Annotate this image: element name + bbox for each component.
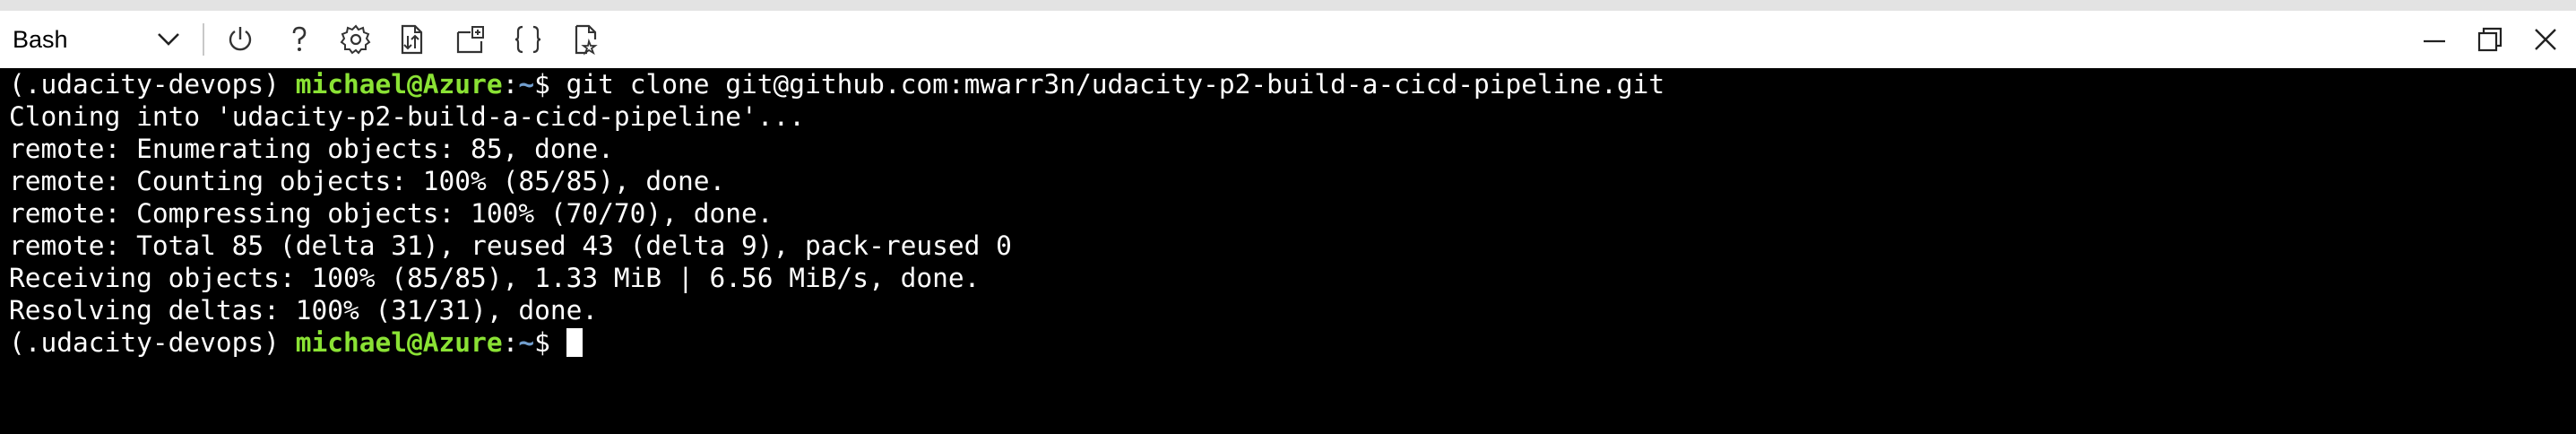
active-prompt-line[interactable]: (.udacity-devops) michael@Azure:~$ (9, 326, 2567, 359)
output-line: remote: Enumerating objects: 85, done. (9, 134, 614, 164)
text-cursor (566, 328, 583, 357)
open-new-session-icon[interactable] (454, 23, 487, 56)
prompt-user-host: michael@Azure (295, 327, 503, 358)
prompt-symbol: $ (534, 69, 566, 100)
shell-type-label: Bash (13, 26, 68, 53)
prompt-path: ~ (518, 69, 535, 100)
toolbar: Bash (0, 11, 2576, 68)
output-line: Resolving deltas: 100% (31/31), done. (9, 295, 599, 326)
web-preview-icon[interactable] (571, 23, 603, 56)
command-text: git clone git@github.com:mwarr3n/udacity… (566, 69, 1665, 100)
drag-dots-icon[interactable]: ··· (1279, 0, 1315, 6)
help-icon[interactable] (283, 23, 316, 56)
power-icon[interactable] (224, 23, 256, 56)
prompt-separator: : (502, 327, 519, 358)
output-line: remote: Compressing objects: 100% (70/70… (9, 198, 774, 229)
cloud-shell-window: ··· Bash (.udacity-devops) michael@Azure… (0, 0, 2576, 434)
resize-handle-bar[interactable]: ··· (0, 0, 2576, 11)
output-line: Receiving objects: 100% (85/85), 1.33 Mi… (9, 263, 981, 293)
prompt-path: ~ (518, 327, 535, 358)
output-line: remote: Counting objects: 100% (85/85), … (9, 166, 726, 196)
prompt-env: (.udacity-devops) (9, 69, 296, 100)
restore-icon[interactable] (2474, 23, 2506, 56)
output-line: remote: Total 85 (delta 31), reused 43 (… (9, 230, 1012, 261)
settings-icon[interactable] (340, 23, 372, 56)
shell-type-dropdown[interactable]: Bash (5, 18, 185, 61)
chevron-down-icon (156, 30, 181, 48)
prompt-env: (.udacity-devops) (9, 327, 296, 358)
editor-braces-icon[interactable] (512, 23, 544, 56)
minimize-icon[interactable] (2418, 23, 2451, 56)
prompt-separator: : (502, 69, 519, 100)
prompt-user-host: michael@Azure (295, 69, 503, 100)
upload-download-icon[interactable] (395, 23, 428, 56)
toolbar-divider (203, 23, 204, 56)
close-icon[interactable] (2529, 23, 2562, 56)
terminal-output[interactable]: (.udacity-devops) michael@Azure:~$ git c… (0, 68, 2576, 434)
command-line: (.udacity-devops) michael@Azure:~$ git c… (9, 68, 2567, 100)
output-line: Cloning into 'udacity-p2-build-a-cicd-pi… (9, 101, 806, 132)
prompt-symbol: $ (534, 327, 566, 358)
